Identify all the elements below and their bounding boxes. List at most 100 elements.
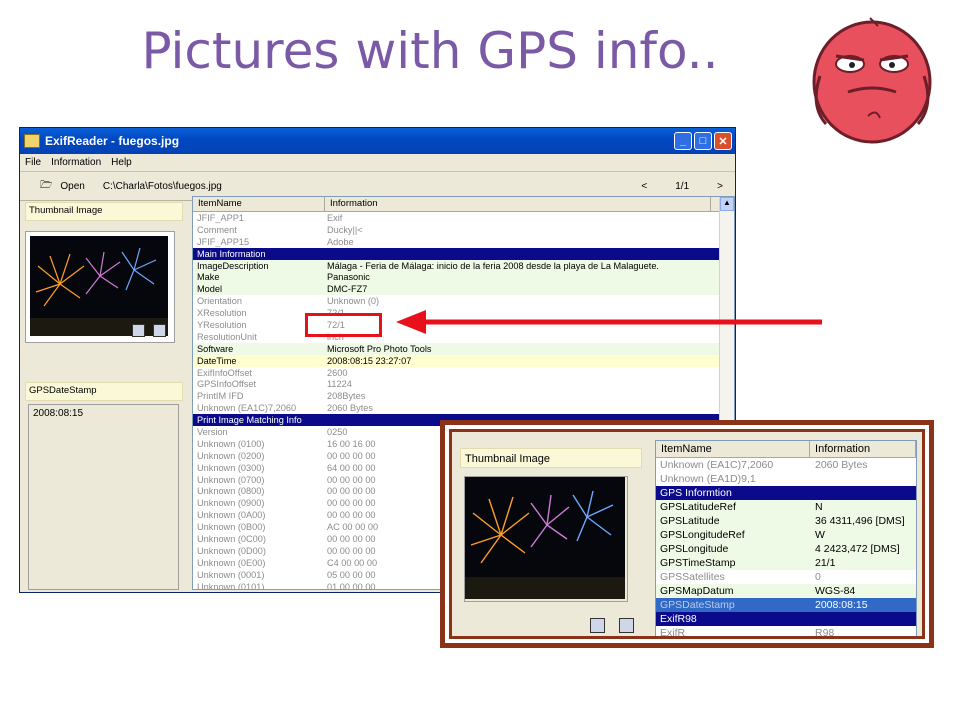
inset-table-row-itemname: GPSDateStamp [660, 599, 735, 611]
inset-column-information[interactable]: Information [810, 441, 916, 457]
close-button[interactable]: ✕ [714, 132, 732, 150]
open-button[interactable]: 🗁 Open [20, 178, 95, 195]
table-row-itemname: ResolutionUnit [197, 331, 257, 342]
maximize-icon: □ [699, 135, 707, 147]
left-pane: Thumbnail Image [25, 202, 183, 343]
inset-table-row-information: 4 2423,472 [DMS] [815, 543, 900, 555]
scroll-up-icon[interactable]: ▲ [720, 197, 734, 211]
table-row[interactable]: ExifInfoOffset 2600 [193, 367, 734, 379]
column-information[interactable]: Information [325, 197, 711, 211]
table-row[interactable]: Main Information [193, 247, 734, 260]
table-row[interactable]: JFIF_APP15 Adobe [193, 236, 734, 248]
inset-table-row-itemname: GPSTimeStamp [660, 557, 736, 569]
table-row-itemname: Comment [197, 224, 237, 235]
gps-field-value: 2008:08:15 [28, 404, 179, 590]
table-row[interactable]: GPSInfoOffset 11224 [193, 378, 734, 390]
table-row-itemname: Unknown (0100) [197, 438, 265, 449]
inset-table-row[interactable]: ExifR98 [656, 612, 916, 626]
inset-table-row-information: 0 [815, 571, 821, 583]
inset-table-row-itemname: GPSSatellites [660, 571, 725, 583]
inset-table-row-information: N [815, 501, 823, 513]
inset-table-row[interactable]: GPSTimeStamp 21/1 [656, 556, 916, 570]
save-icon[interactable] [132, 324, 145, 337]
inset-table-row-itemname: GPSLatitude [660, 515, 720, 527]
table-row-itemname: Model [197, 284, 223, 295]
inset-fireworks-thumbnail [465, 477, 625, 599]
inset-table-row[interactable]: GPSSatellites 0 [656, 570, 916, 584]
table-row-information: DMC-FZ7 [327, 284, 368, 295]
inset-table-row-information [810, 612, 914, 626]
highlight-box [305, 313, 382, 337]
table-row[interactable]: Unknown (EA1C)7,2060 2060 Bytes [193, 402, 734, 414]
inset-table-row[interactable]: GPSDateStamp 2008:08:15 [656, 598, 916, 612]
table-row-information: 2600 [327, 367, 348, 378]
menu-information[interactable]: Information [46, 157, 106, 168]
inset-table-row-itemname: GPSLatitudeRef [660, 501, 736, 513]
prev-page-button[interactable]: < [641, 181, 647, 192]
inset-save-icon[interactable] [590, 618, 605, 633]
table-row[interactable]: Comment Ducky||< [193, 224, 734, 236]
table-row-itemname: Unknown (0B00) [197, 522, 266, 533]
menubar: File Information Help [20, 154, 735, 172]
inset-exif-list[interactable]: ItemName Information Unknown (EA1C)7,206… [655, 440, 917, 636]
inset-view-icon[interactable] [619, 618, 634, 633]
table-row-information: Adobe [327, 236, 354, 247]
table-row[interactable]: DateTime 2008:08:15 23:27:07 [193, 354, 734, 367]
menu-file[interactable]: File [20, 157, 46, 168]
table-row-information: 11224 [327, 379, 352, 390]
inset-window: Thumbnail Image ItemName Information Unk… [449, 429, 925, 639]
window-titlebar[interactable]: ExifReader - fuegos.jpg _ □ ✕ [20, 128, 735, 154]
inset-thumbnail-header: Thumbnail Image [460, 448, 642, 468]
menu-help[interactable]: Help [106, 157, 137, 168]
inset-table-row[interactable]: GPSMapDatum WGS-84 [656, 584, 916, 598]
table-row-itemname: Unknown (0700) [197, 474, 265, 485]
inset-table-row[interactable]: GPSLongitudeRef W [656, 528, 916, 542]
table-row[interactable]: ImageDescription Málaga - Feria de Málaga… [193, 259, 734, 272]
inset-table-row-information: WGS-84 [815, 585, 856, 597]
inset-table-row-information: 36 4311,496 [DMS] [815, 515, 905, 527]
column-itemname[interactable]: ItemName [193, 197, 325, 211]
fireworks-thumbnail [30, 236, 168, 336]
table-row-itemname: PrintIM IFD [197, 391, 244, 402]
table-row[interactable]: Make Panasonic [193, 271, 734, 284]
view-icon[interactable] [153, 324, 166, 337]
table-row-information: Málaga - Feria de Málaga: inicio de la f… [327, 260, 659, 271]
inset-table-row[interactable]: Unknown (EA1D)9,1 [656, 472, 916, 486]
table-row[interactable]: Model DMC-FZ7 [193, 283, 734, 296]
table-row-information: Microsoft Pro Photo Tools [327, 343, 432, 354]
inset-table-row[interactable]: GPSLatitudeRef N [656, 500, 916, 514]
table-row-information: 208Bytes [327, 391, 366, 402]
inset-table-row[interactable]: GPSLongitude 4 2423,472 [DMS] [656, 542, 916, 556]
mascot-icon [812, 17, 932, 144]
table-row[interactable]: PrintIM IFD 208Bytes [193, 390, 734, 402]
thumbnail-actions [132, 324, 166, 337]
inset-table-row[interactable]: ExifR R98 [656, 626, 916, 636]
table-row-itemname: Unknown (EA1C)7,2060 [197, 403, 297, 414]
table-row[interactable]: JFIF_APP1 Exif [193, 212, 734, 224]
table-row[interactable]: Orientation Unknown (0) [193, 295, 734, 307]
table-row[interactable]: Software Microsoft Pro Photo Tools [193, 342, 734, 355]
inset-table-row-information [810, 472, 914, 486]
table-row-information: 2060 Bytes [327, 403, 373, 414]
inset-column-itemname[interactable]: ItemName [656, 441, 811, 457]
gps-field-header: GPSDateStamp [25, 382, 183, 401]
inset-table-row[interactable]: GPS Informtion [656, 486, 916, 500]
table-row-itemname: DateTime [197, 355, 237, 366]
inset-table-row[interactable]: GPSLatitude 36 4311,496 [DMS] [656, 514, 916, 528]
page-indicator: 1/1 [675, 180, 690, 192]
table-row-itemname: Unknown (0900) [197, 498, 265, 509]
table-row-itemname: GPSInfoOffset [197, 379, 257, 390]
inset-table-row[interactable]: Unknown (EA1C)7,2060 2060 Bytes [656, 458, 916, 472]
table-row-information: 2008:08:15 23:27:07 [327, 355, 412, 366]
open-button-label: Open [60, 180, 85, 192]
list-header: ItemName Information [193, 197, 734, 212]
next-page-button[interactable]: > [717, 181, 723, 192]
inset-table-row-itemname: GPSLongitudeRef [660, 529, 745, 541]
table-row-itemname: Print Image Matching Info [197, 415, 302, 426]
inset-table-row-information: 21/1 [815, 557, 836, 569]
maximize-button[interactable]: □ [694, 132, 712, 150]
file-path: C:\Charla\Fotos\fuegos.jpg [102, 180, 222, 192]
minimize-button[interactable]: _ [674, 132, 692, 150]
inset-table-row-itemname: GPSLongitude [660, 543, 729, 555]
table-row-information: Unknown (0) [327, 296, 380, 307]
